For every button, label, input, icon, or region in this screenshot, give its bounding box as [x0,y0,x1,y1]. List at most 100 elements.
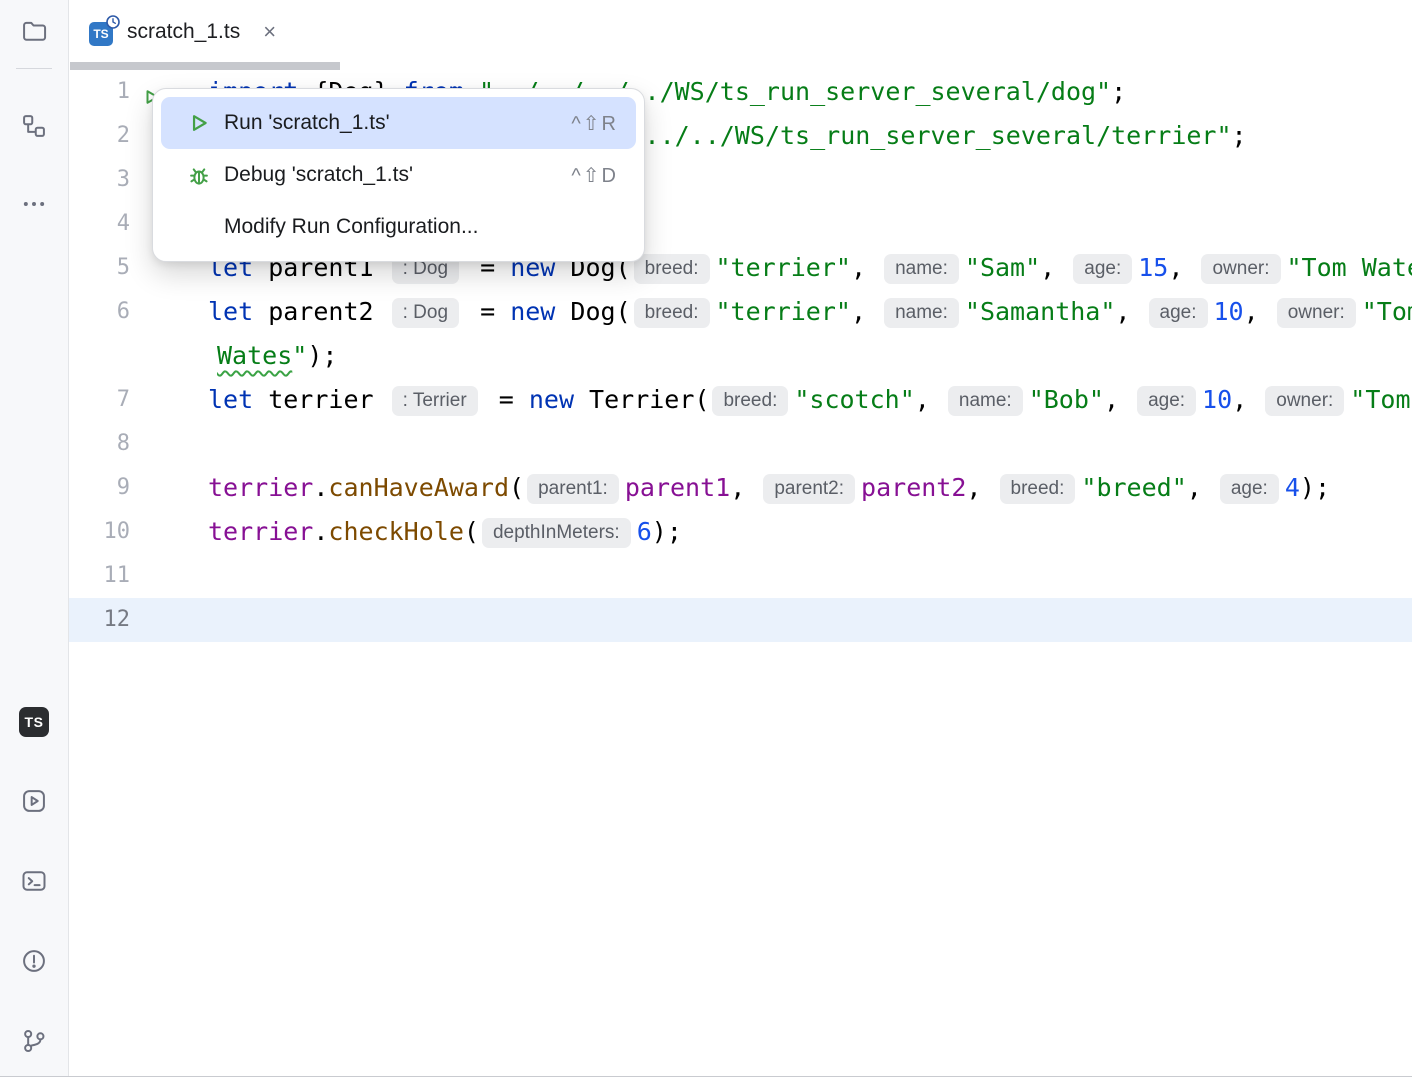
project-tool-button[interactable] [14,12,54,52]
code-token: terrier [208,517,313,546]
inlay-hint: breed: [712,386,788,416]
line-number[interactable]: 1 [117,70,130,114]
code-token: "Tom [1362,297,1412,326]
typescript-badge-icon: TS [19,707,49,737]
code-token: = [465,297,510,326]
menu-item-shortcut: ^⇧D [571,163,618,188]
gutter[interactable]: 8 [69,422,208,466]
inlay-hint: parent2: [763,474,855,504]
code-token: parent2 [253,297,388,326]
code-line[interactable]: Wates"); [69,334,1412,378]
inlay-hint: name: [884,254,959,284]
line-number[interactable]: 8 [117,422,130,466]
line-number[interactable]: 2 [117,114,130,158]
menu-item-modify-run-config[interactable]: Modify Run Configuration... [161,201,636,253]
gutter[interactable]: 12 [69,598,208,642]
code-token: = [484,385,529,414]
gutter[interactable]: 11 [69,554,208,598]
structure-tool-button[interactable] [14,107,54,147]
code-line[interactable]: 8 [69,422,1412,466]
code-token: 10 [1214,297,1244,326]
code-text[interactable]: Wates"); [208,334,1412,378]
terminal-icon [20,867,48,898]
typescript-scratch-file-icon: TS [89,19,116,46]
code-token: ); [652,517,682,546]
line-number[interactable]: 12 [104,598,131,642]
code-token: , [851,253,881,282]
code-token: , [966,473,996,502]
code-line[interactable]: 12 [69,598,1412,642]
menu-item-run[interactable]: Run 'scratch_1.ts' ^⇧R [161,97,636,149]
code-line[interactable]: 9terrier.canHaveAward(parent1:parent1, p… [69,466,1412,510]
close-tab-icon[interactable]: × [263,21,276,43]
run-icon [187,111,211,135]
more-tools-button[interactable] [14,185,54,225]
code-line[interactable]: 7 let terrier : Terrier = new Terrier(bre… [69,378,1412,422]
tab-scratch-file[interactable]: TS scratch_1.ts × [83,9,282,55]
menu-item-label: Modify Run Configuration... [224,215,478,239]
code-line[interactable]: 6 let parent2 : Dog = new Dog(breed:"terr… [69,290,1412,334]
inlay-hint: age: [1149,298,1208,328]
line-number[interactable]: 7 [117,378,130,422]
gutter[interactable]: 9 [69,466,208,510]
run-context-menu: Run 'scratch_1.ts' ^⇧R Debug 'scratch_1.… [152,88,645,262]
terminal-tool-button[interactable] [14,862,54,902]
gutter[interactable]: 6 [69,290,208,334]
gutter[interactable] [69,334,208,378]
inlay-hint: breed: [634,298,710,328]
code-text[interactable]: terrier.canHaveAward(parent1:parent1, pa… [208,466,1412,510]
gutter[interactable]: 10 [69,510,208,554]
code-text[interactable] [208,598,1412,642]
line-number[interactable]: 4 [117,202,130,246]
code-token: "terrier" [716,253,851,282]
line-number[interactable]: 9 [117,466,130,510]
code-token: "terrier" [716,297,851,326]
gutter[interactable]: 7 [69,378,208,422]
code-token: "Tom Wates" [1287,253,1412,282]
code-line[interactable]: 11 [69,554,1412,598]
code-token: 10 [1202,385,1232,414]
code-token: , [1187,473,1217,502]
code-token: , [1244,297,1274,326]
code-token: "scotch" [794,385,914,414]
code-text[interactable]: let terrier : Terrier = new Terrier(bree… [208,378,1412,422]
code-text[interactable]: terrier.checkHole(depthInMeters:6); [208,510,1412,554]
run-tool-icon [20,787,48,818]
menu-item-label: Run 'scratch_1.ts' [224,111,390,135]
line-number[interactable]: 5 [117,246,130,290]
code-token: . [313,473,328,502]
line-number[interactable]: 6 [117,290,130,334]
code-text[interactable] [208,422,1412,466]
inlay-hint: owner: [1201,254,1280,284]
window-bottom-border [0,1076,1412,1080]
tool-window-bar: TS [0,0,69,1080]
inlay-hint: owner: [1277,298,1356,328]
code-token: 6 [637,517,652,546]
line-number[interactable]: 3 [117,158,130,202]
problems-tool-button[interactable] [14,942,54,982]
code-token: parent1 [625,473,730,502]
code-token: 4 [1285,473,1300,502]
code-line[interactable]: 10 terrier.checkHole(depthInMeters:6); [69,510,1412,554]
typescript-tool-button[interactable]: TS [14,702,54,742]
line-number[interactable]: 11 [104,554,131,598]
code-token: ); [1300,473,1330,502]
code-token: , [730,473,760,502]
code-token: let [208,385,253,414]
line-number[interactable]: 10 [104,510,131,554]
code-text[interactable] [208,554,1412,598]
inlay-hint: name: [948,386,1023,416]
code-token: , [851,297,881,326]
version-control-tool-button[interactable] [14,1022,54,1062]
code-token: "Samantha" [965,297,1116,326]
code-token: ; [1111,77,1126,106]
inlay-hint: parent1: [527,474,619,504]
code-token: ( [509,473,524,502]
structure-icon [20,112,48,143]
run-tool-button[interactable] [14,782,54,822]
menu-item-debug[interactable]: Debug 'scratch_1.ts' ^⇧D [161,149,636,201]
folder-icon [20,17,48,48]
menu-item-shortcut: ^⇧R [571,111,618,136]
sidebar-separator [16,68,52,69]
code-text[interactable]: let parent2 : Dog = new Dog(breed:"terri… [208,290,1412,334]
